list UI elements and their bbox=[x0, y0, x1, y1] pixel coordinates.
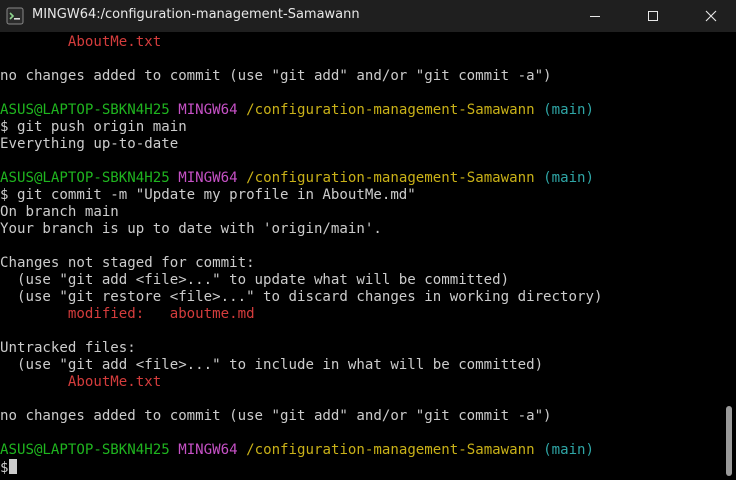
prompt-path: /configuration-management-Samawann bbox=[246, 442, 535, 458]
output-line: Untracked files: bbox=[0, 340, 136, 356]
title-bar[interactable]: MINGW64:/configuration-management-Samawa… bbox=[0, 0, 736, 32]
output-line: (use "git add <file>..." to update what … bbox=[0, 272, 510, 288]
output-line: (use "git restore <file>..." to discard … bbox=[0, 289, 603, 305]
prompt-user-host: ASUS@LAPTOP-SBKN4H25 bbox=[0, 442, 170, 458]
minimize-button[interactable] bbox=[572, 0, 618, 32]
untracked-file-line: AboutMe.txt bbox=[0, 374, 162, 390]
prompt-symbol: $ bbox=[0, 460, 9, 476]
terminal-window: MINGW64:/configuration-management-Samawa… bbox=[0, 0, 736, 480]
prompt-path: /configuration-management-Samawann bbox=[246, 170, 535, 186]
command-line: $ git commit -m "Update my profile in Ab… bbox=[0, 187, 416, 203]
prompt-line: ASUS@LAPTOP-SBKN4H25 MINGW64 /configurat… bbox=[0, 442, 594, 459]
prompt-branch: (main) bbox=[543, 170, 595, 186]
prompt-user-host: ASUS@LAPTOP-SBKN4H25 bbox=[0, 102, 170, 118]
output-line: no changes added to commit (use "git add… bbox=[0, 408, 552, 424]
prompt-line: ASUS@LAPTOP-SBKN4H25 MINGW64 /configurat… bbox=[0, 102, 594, 119]
command-line: $ git push origin main bbox=[0, 119, 187, 135]
terminal-output[interactable]: AboutMe.txt no changes added to commit (… bbox=[0, 32, 722, 480]
output-line: (use "git add <file>..." to include in w… bbox=[0, 357, 544, 373]
output-line: no changes added to commit (use "git add… bbox=[0, 68, 552, 84]
close-icon bbox=[705, 10, 717, 22]
mingw-app-icon bbox=[6, 7, 24, 25]
text-cursor bbox=[8, 459, 17, 474]
output-line: Changes not staged for commit: bbox=[0, 255, 255, 271]
untracked-file-line: AboutMe.txt bbox=[0, 34, 162, 50]
prompt-line: ASUS@LAPTOP-SBKN4H25 MINGW64 /configurat… bbox=[0, 170, 594, 187]
minimize-icon bbox=[589, 10, 601, 22]
modified-file-line: modified: aboutme.md bbox=[0, 306, 255, 322]
input-line[interactable]: $ bbox=[0, 459, 17, 476]
prompt-branch: (main) bbox=[543, 102, 595, 118]
output-line: Your branch is up to date with 'origin/m… bbox=[0, 221, 382, 237]
prompt-shell: MINGW64 bbox=[178, 102, 238, 118]
prompt-branch: (main) bbox=[543, 442, 595, 458]
output-line: On branch main bbox=[0, 204, 119, 220]
prompt-shell: MINGW64 bbox=[178, 442, 238, 458]
prompt-user-host: ASUS@LAPTOP-SBKN4H25 bbox=[0, 170, 170, 186]
maximize-icon bbox=[647, 10, 659, 22]
close-button[interactable] bbox=[688, 0, 734, 32]
maximize-button[interactable] bbox=[630, 0, 676, 32]
window-title: MINGW64:/configuration-management-Samawa… bbox=[32, 7, 360, 22]
prompt-path: /configuration-management-Samawann bbox=[246, 102, 535, 118]
prompt-shell: MINGW64 bbox=[178, 170, 238, 186]
output-line: Everything up-to-date bbox=[0, 136, 179, 152]
scrollbar-thumb[interactable] bbox=[726, 406, 732, 476]
vertical-scrollbar[interactable] bbox=[722, 32, 736, 480]
